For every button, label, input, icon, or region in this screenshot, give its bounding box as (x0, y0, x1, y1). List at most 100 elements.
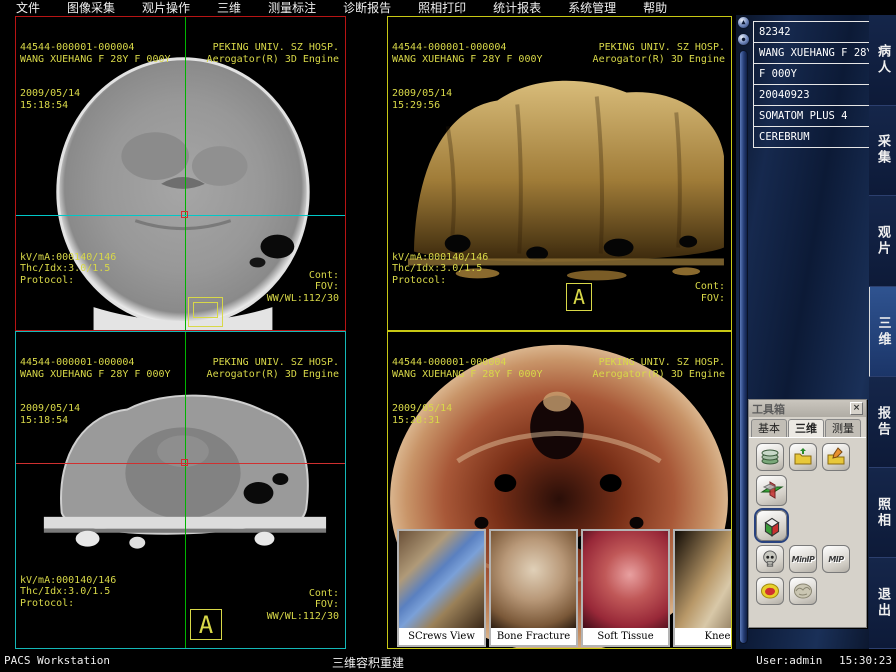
patient-name-field: WANG XUEHANG F 28Y (754, 43, 869, 64)
hospital-overlay: PEKING UNIV. SZ HOSP. Aerogator(R) 3D Eng… (592, 357, 725, 380)
patient-id-field: 82342 (754, 22, 869, 43)
scanner-model-field: SOMATOM PLUS 4 (754, 106, 869, 127)
toolbox-title: 工具箱 (752, 402, 785, 416)
pacs-workstation-screen: 文件 图像采集 观片操作 三维 测量标注 诊断报告 照相打印 统计报表 系统管理… (0, 0, 896, 672)
tab-patient[interactable]: 病人 (869, 15, 896, 106)
tab-acquisition[interactable]: 采集 (869, 105, 896, 197)
thumb-label: SCrews View (399, 628, 484, 645)
viewport-coronal-ct[interactable]: A 44544-000001-000004 WANG XUEHANG F 28Y … (15, 331, 346, 649)
viewport-3d-ssd[interactable]: A 44544-000001-000004 WANG XUEHANG F 28Y … (387, 16, 732, 331)
mip-label: MIP (828, 554, 844, 564)
menu-item-film-operation[interactable]: 观片操作 (142, 0, 190, 16)
menu-bar: 文件 图像采集 观片操作 三维 测量标注 诊断报告 照相打印 统计报表 系统管理… (0, 0, 896, 15)
slider-up-button[interactable]: ▲ (737, 16, 750, 29)
thumb-image-screws (399, 531, 484, 628)
menu-item-diagnosis-report[interactable]: 诊断报告 (343, 0, 391, 16)
session-info: User:admin 15:30:23 (756, 654, 892, 667)
mip-render-button[interactable]: MIP (822, 545, 850, 573)
menu-item-image-acquisition[interactable]: 图像采集 (67, 0, 115, 16)
thumb-label: Bone Fracture (491, 628, 576, 645)
workflow-tab-strip: 病人 采集 观片 三维 报告 照相 退出 (869, 15, 896, 650)
up-arrow-icon: ▲ (741, 18, 746, 26)
toolbox-tab-basic[interactable]: 基本 (751, 419, 787, 437)
tab-viewing[interactable]: 观片 (869, 196, 896, 287)
study-info-overlay: 44544-000001-000004 WANG XUEHANG F 28Y F … (20, 357, 171, 426)
technique-overlay: kV/mA:000140/146 Thc/Idx:3.0/1.5 Protocol: (20, 574, 117, 609)
menu-item-file[interactable]: 文件 (16, 0, 40, 16)
tab-exit[interactable]: 退出 (869, 558, 896, 650)
menu-item-system-admin[interactable]: 系统管理 (568, 0, 616, 16)
hospital-overlay: PEKING UNIV. SZ HOSP. Aerogator(R) 3D Eng… (206, 42, 339, 65)
crosshair-vertical-line[interactable] (185, 332, 186, 648)
minip-label: MinIP (791, 554, 815, 564)
toolbox-panel: 工具箱 × 基本 三维 测量 MinIP MIP (748, 399, 867, 628)
crosshair-center-handle[interactable] (181, 459, 188, 466)
technique-overlay: kV/mA:000140/146 Thc/Idx:3.0/1.5 Protocol: (20, 251, 117, 286)
logged-in-user: User:admin (756, 654, 823, 667)
skull-icon (763, 550, 777, 567)
load-series-button[interactable] (756, 443, 784, 471)
preset-thumbnail-bone-fracture[interactable]: Bone Fracture (489, 529, 578, 647)
window-overlay: Cont: FOV: WW/WL:112/30 (266, 269, 339, 304)
cube-icon (763, 517, 780, 537)
toolbox-title-bar[interactable]: 工具箱 × (749, 400, 866, 417)
open-protocol-button[interactable] (789, 443, 817, 471)
hospital-overlay: PEKING UNIV. SZ HOSP. Aerogator(R) 3D Eng… (206, 357, 339, 380)
thumb-label: Soft Tissue (583, 628, 668, 645)
folder-edit-icon (827, 447, 845, 465)
menu-item-3d[interactable]: 三维 (217, 0, 241, 16)
menu-item-statistics[interactable]: 统计报表 (493, 0, 541, 16)
close-icon[interactable]: × (850, 402, 863, 415)
menu-item-print[interactable]: 照相打印 (418, 0, 466, 16)
preset-thumbnail-strip: SCrews View Bone Fracture Soft Tissue Kn… (397, 529, 731, 647)
hospital-overlay: PEKING UNIV. SZ HOSP. Aerogator(R) 3D Eng… (592, 42, 725, 65)
slider-position-button[interactable]: ● (737, 33, 750, 46)
right-side-panel: ▲ ● 82342 WANG XUEHANG F 28Y F 000Y 2004… (736, 15, 869, 649)
save-protocol-button[interactable] (822, 443, 850, 471)
study-date-field: 20040923 (754, 85, 869, 106)
toolbox-tabs: 基本 三维 测量 (749, 417, 866, 437)
viewport-3d-vrt[interactable]: 44544-000001-000004 WANG XUEHANG F 28Y F … (387, 331, 732, 649)
vrt-color-render-button[interactable] (756, 577, 784, 605)
brain-icon (794, 583, 812, 599)
roi-box-marker (188, 297, 223, 327)
mpr-planes-icon (759, 480, 784, 499)
patient-sex-age-field: F 000Y (754, 64, 869, 85)
technique-overlay: kV/mA:000140/146 Thc/Idx:3.0/1.5 Protocol: (392, 251, 489, 286)
crosshair-center-handle[interactable] (181, 211, 188, 218)
current-mode-label: 三维容积重建 (331, 656, 404, 670)
color-volume-icon (761, 583, 779, 599)
menu-item-help[interactable]: 帮助 (643, 0, 667, 16)
minip-render-button[interactable]: MinIP (789, 545, 817, 573)
thumb-image-knee (675, 531, 731, 628)
thumb-label: Knee (675, 628, 731, 645)
tab-report[interactable]: 报告 (869, 377, 896, 468)
tab-3d[interactable]: 三维 (869, 286, 896, 378)
thumb-image-bone (491, 531, 576, 628)
menu-item-measure-annotate[interactable]: 测量标注 (268, 0, 316, 16)
mpr-planes-button[interactable] (756, 475, 787, 506)
preset-thumbnail-knee[interactable]: Knee (673, 529, 731, 647)
slider-track[interactable] (739, 50, 748, 644)
dot-icon: ● (741, 36, 746, 43)
preset-thumbnail-screws[interactable]: SCrews View (397, 529, 486, 647)
crosshair-vertical-line[interactable] (185, 17, 186, 330)
status-bar: PACS Workstation 三维容积重建 User:admin 15:30… (0, 650, 896, 672)
clock: 15:30:23 (839, 654, 892, 667)
toolbox-tab-3d[interactable]: 三维 (788, 419, 824, 437)
ssd-render-button[interactable] (756, 545, 784, 573)
window-overlay: Cont: FOV: (694, 281, 725, 304)
volume-cube-button[interactable] (756, 510, 787, 541)
study-info-overlay: 44544-000001-000004 WANG XUEHANG F 28Y F … (392, 357, 543, 426)
toolbox-tab-measure[interactable]: 测量 (825, 419, 861, 437)
orientation-marker-a: A (566, 283, 592, 311)
folder-open-icon (794, 448, 812, 465)
viewport-axial-ct[interactable]: 44544-000001-000004 WANG XUEHANG F 28Y F … (15, 16, 346, 331)
brain-render-button[interactable] (789, 577, 817, 605)
layers-icon (761, 449, 779, 465)
orientation-marker-a: A (190, 609, 222, 640)
window-overlay: Cont: FOV: WW/WL:112/30 (266, 587, 339, 622)
study-info-overlay: 44544-000001-000004 WANG XUEHANG F 28Y F … (20, 42, 171, 111)
tab-filming[interactable]: 照相 (869, 467, 896, 559)
preset-thumbnail-soft-tissue[interactable]: Soft Tissue (581, 529, 670, 647)
